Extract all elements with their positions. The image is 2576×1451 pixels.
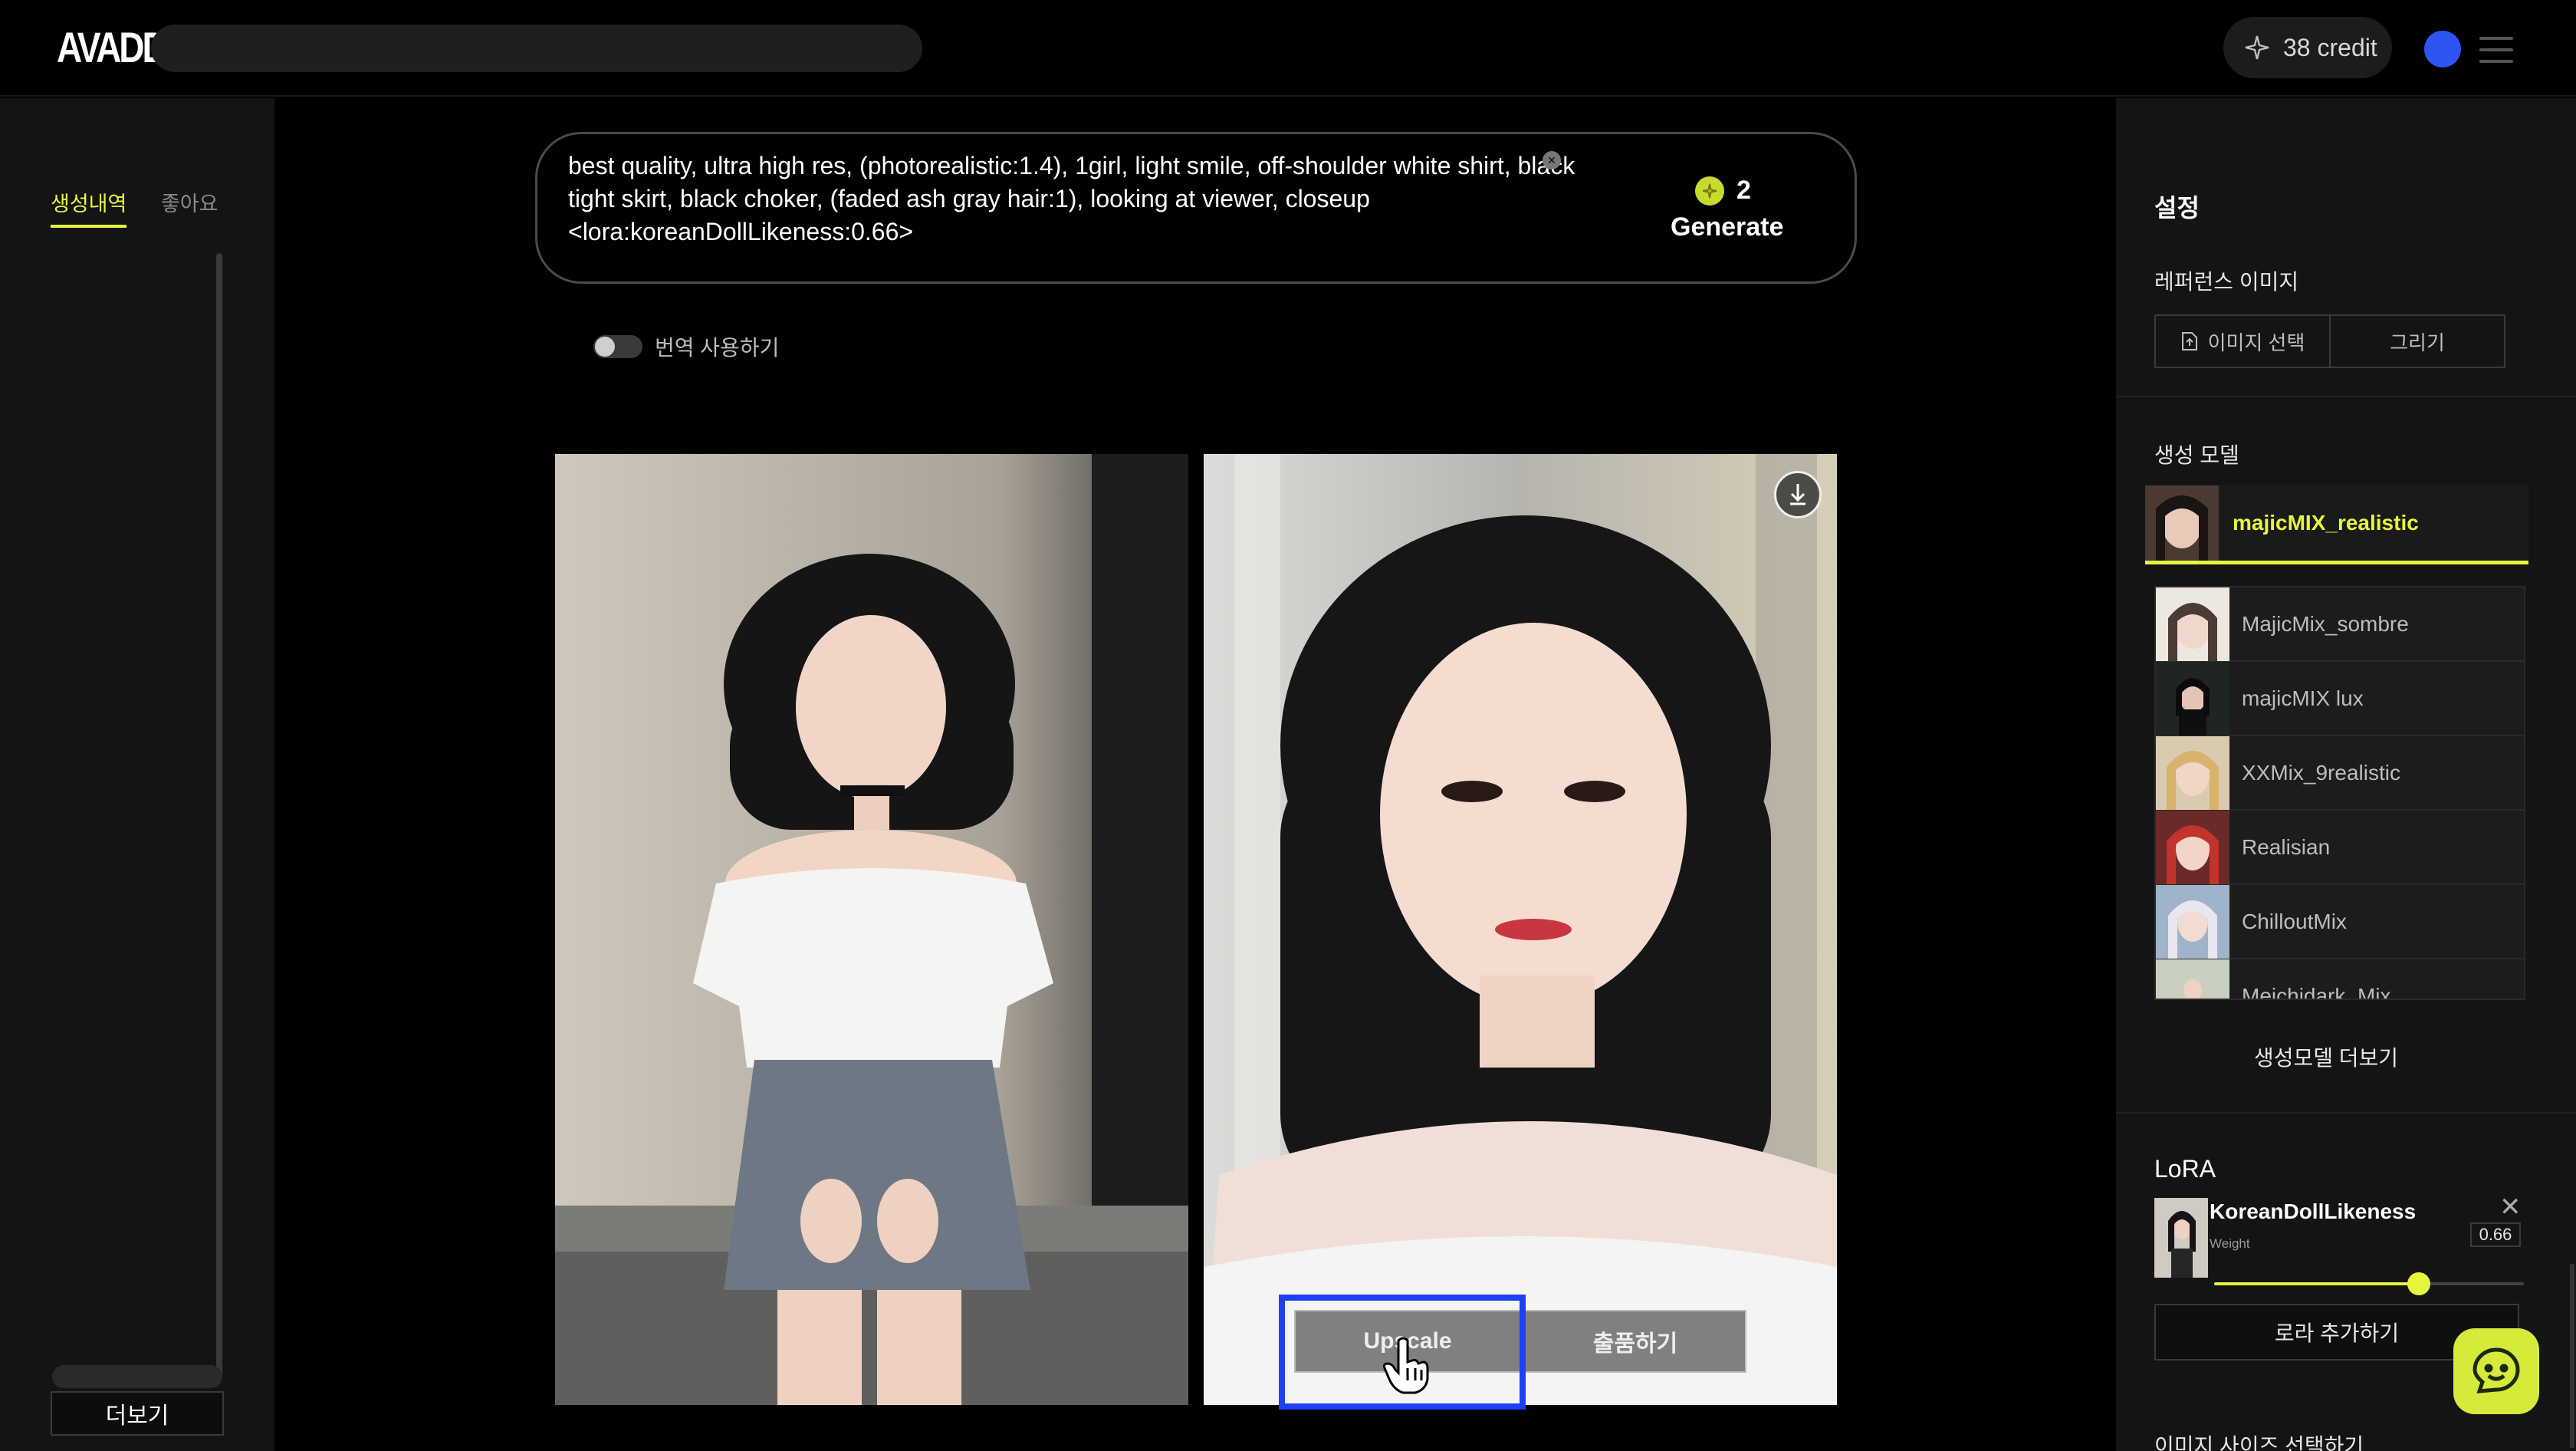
reference-image-label: 레퍼런스 이미지 [2154,270,2299,294]
reference-buttons: 이미지 선택 그리기 [2154,314,2505,368]
settings-panel: 설정 레퍼런스 이미지 이미지 선택 그리기 생성 모델 majicMIX_re… [2116,98,2576,1451]
tab-history[interactable]: 생성내역 [51,187,127,228]
slider-fill [2214,1282,2419,1285]
upload-icon [2181,332,2197,350]
credit-count: 38 credit [2283,33,2377,61]
slider-thumb[interactable] [2407,1272,2430,1295]
coin-icon [1695,176,1724,206]
history-scrollbar[interactable] [216,253,222,1380]
lora-name: KoreanDollLikeness [2210,1199,2417,1223]
translate-toggle[interactable] [593,335,642,358]
settings-title: 설정 [2154,194,2200,222]
model-more-button[interactable]: 생성모델 더보기 [2116,1041,2536,1072]
sparkle-icon [2245,35,2269,60]
generate-button[interactable]: Generate [1671,212,1783,242]
model-item[interactable]: majicMIX lux [2156,661,2524,736]
model-thumbnail [2156,661,2229,735]
model-thumbnail [2156,959,2229,999]
draw-button[interactable]: 그리기 [2331,316,2504,367]
divider [2116,1112,2576,1114]
lora-weight-label: Weight [2210,1236,2250,1251]
publish-button[interactable]: 출품하기 [1524,1310,1746,1373]
divider [2116,396,2576,397]
lora-weight-slider[interactable] [2214,1272,2524,1295]
model-thumbnail [2156,735,2229,810]
generate-cost: 2 [1695,176,1751,206]
image-size-label: 이미지 사이즈 선택하기 [2154,1434,2364,1451]
model-list: MajicMix_sombre majicMIX lux XXMix_9real… [2154,586,2525,1000]
close-icon[interactable]: × [1543,151,1561,169]
model-thumbnail [2156,884,2229,959]
prompt-input[interactable]: best quality, ultra high res, (photoreal… [568,150,1580,248]
history-more-button[interactable]: 더보기 [51,1391,224,1436]
credit-button[interactable]: 38 credit [2223,17,2392,78]
settings-scrollbar[interactable] [2570,1264,2574,1448]
model-name: MajicMix_sombre [2242,611,2409,636]
selected-model[interactable]: majicMIX_realistic [2145,485,2528,564]
hand-cursor-icon [1380,1334,1434,1400]
prompt-box: best quality, ultra high res, (photoreal… [535,132,1857,284]
translate-label: 번역 사용하기 [655,336,780,360]
model-item[interactable]: MajicMix_sombre [2156,587,2524,662]
lora-title: LoRA [2154,1155,2216,1183]
model-name: majicMIX lux [2242,686,2364,710]
model-name: Realisian [2242,834,2331,859]
model-name: ChilloutMix [2242,909,2347,933]
generated-image-1[interactable] [555,454,1188,1405]
model-item[interactable]: Meichidark_Mix [2156,959,2524,1000]
model-name: XXMix_9realistic [2242,760,2400,785]
model-item[interactable]: Realisian [2156,810,2524,885]
download-icon[interactable] [1774,471,1822,518]
top-bar: AVADDT 38 credit [0,0,2576,97]
tab-likes[interactable]: 좋아요 [161,187,219,225]
model-thumbnail [2156,587,2229,661]
chat-icon[interactable] [2453,1328,2539,1414]
lora-thumbnail [2154,1198,2208,1278]
selected-model-name: majicMIX_realistic [2233,510,2419,535]
generated-image-2[interactable] [1204,454,1837,1405]
history-horizontal-scrollbar[interactable] [52,1365,222,1388]
model-item[interactable]: XXMix_9realistic [2156,735,2524,811]
select-image-button[interactable]: 이미지 선택 [2156,316,2331,367]
model-label: 생성 모델 [2154,443,2239,467]
history-sidebar: 생성내역 좋아요 더보기 [0,98,274,1451]
lora-weight-value[interactable]: 0.66 [2470,1222,2521,1247]
menu-icon[interactable] [2479,37,2513,63]
model-name: Meichidark_Mix [2242,983,2391,1000]
model-thumbnail [2156,810,2229,884]
user-avatar[interactable] [2424,31,2461,67]
search-bar[interactable] [151,25,922,72]
app-logo[interactable]: AVADDT [57,26,187,77]
translate-row: 번역 사용하기 [593,331,779,362]
model-item[interactable]: ChilloutMix [2156,884,2524,959]
cost-value: 2 [1737,176,1751,205]
model-thumbnail [2145,485,2219,561]
close-icon[interactable]: ✕ [2499,1192,2522,1222]
select-image-label: 이미지 선택 [2207,331,2305,354]
